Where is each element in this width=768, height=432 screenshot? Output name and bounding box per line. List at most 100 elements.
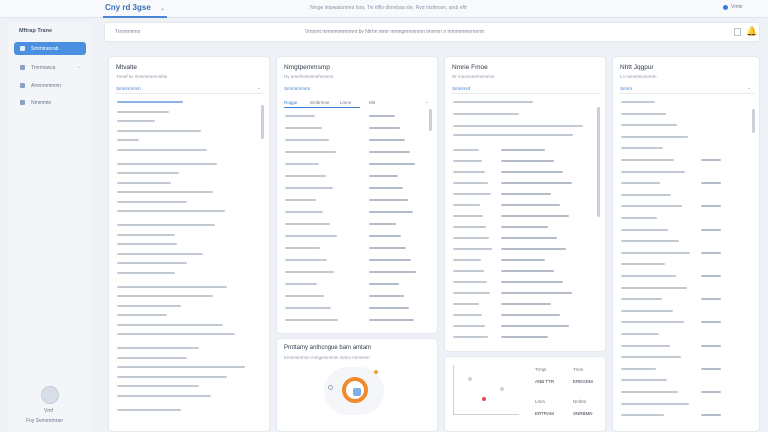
text-line — [285, 247, 320, 249]
text-line — [453, 303, 479, 305]
column-title: Nmrie Fmoe — [452, 64, 488, 71]
text-line — [285, 211, 323, 213]
tab-mlr[interactable]: Mlr — [369, 100, 375, 105]
text-line — [501, 314, 560, 316]
tab-smbrmne[interactable]: Smbrmne — [310, 100, 330, 105]
sidebar-heading: Mftrap Trane — [19, 28, 53, 34]
toolbar: Trnmmmnn Vmnmt mmmmmmrmnt bv Ntrhn mmr m… — [104, 22, 760, 42]
text-line — [117, 252, 203, 255]
chevron-down-icon[interactable]: ⌄ — [257, 85, 261, 91]
text-line — [501, 248, 566, 250]
text-line — [453, 160, 482, 162]
text-line — [621, 379, 667, 382]
text-line — [117, 210, 225, 212]
text-line — [117, 323, 223, 326]
scrollbar[interactable] — [261, 105, 264, 139]
divider — [451, 93, 601, 94]
text-line — [621, 333, 659, 335]
text-line — [285, 187, 333, 189]
text-line — [701, 275, 721, 277]
text-line — [701, 391, 721, 393]
column-title: Nhtt Jqgpur — [620, 64, 654, 71]
text-line — [453, 193, 491, 195]
text-line — [621, 309, 673, 312]
text-line — [117, 347, 199, 349]
scrollbar[interactable] — [752, 109, 755, 133]
text-line — [117, 375, 227, 378]
column-filter[interactable]: Smrm — [620, 86, 632, 91]
text-line — [369, 115, 395, 117]
text-line — [501, 336, 548, 338]
text-line — [285, 127, 322, 129]
sidebar-item-2[interactable]: Tmrmswca ⌄ — [14, 61, 86, 74]
grid-icon[interactable] — [734, 28, 741, 36]
column-3: Nmrie Fmoe Rr mmnmmrmnmmm Smmrnnf — [444, 56, 606, 352]
text-line — [621, 205, 682, 208]
column-title: Nmgtpemmsmp — [284, 64, 330, 71]
text-line — [369, 163, 415, 165]
text-line — [285, 151, 336, 153]
app-title[interactable]: Cny rd 3gse — [105, 3, 151, 12]
text-line — [117, 172, 179, 174]
column-filter[interactable]: Smmrmrmm — [116, 86, 141, 91]
text-line — [369, 271, 416, 273]
donut-ring — [342, 377, 368, 403]
tab-lmnn[interactable]: Lmnn — [340, 100, 351, 105]
text-line — [453, 281, 487, 283]
text-line — [501, 149, 545, 151]
text-line — [285, 235, 337, 237]
chevron-down-icon[interactable]: ⌄ — [425, 99, 429, 105]
text-line — [117, 120, 155, 122]
sidebar-item-3[interactable]: Amrnmmmnn — [14, 79, 86, 92]
text-line — [701, 205, 721, 208]
text-line — [117, 285, 227, 288]
bell-icon[interactable]: 🔔 — [746, 26, 757, 37]
text-line — [285, 319, 338, 321]
stat-value: EREGDM — [573, 379, 593, 384]
text-line — [369, 139, 405, 141]
stat-label: Trmpl — [535, 367, 547, 372]
text-line — [501, 182, 572, 184]
sidebar-item-1[interactable]: Smmtranrab — [14, 42, 86, 55]
text-line — [621, 182, 660, 185]
user-label[interactable]: Vmte — [731, 4, 743, 10]
text-line — [369, 283, 399, 285]
text-line — [285, 115, 315, 117]
text-line — [285, 259, 327, 261]
text-line — [621, 251, 690, 254]
tab-rogge[interactable]: Rogge — [284, 100, 297, 105]
text-line — [621, 193, 671, 196]
chevron-down-icon[interactable]: ⌄ — [747, 85, 751, 91]
text-line — [701, 344, 721, 347]
donut-chart[interactable] — [324, 367, 384, 415]
text-line — [453, 237, 489, 239]
text-line — [453, 215, 483, 217]
text-line — [621, 263, 665, 266]
sidebar-item-4[interactable]: Nmmmte — [14, 96, 86, 109]
text-line — [453, 182, 488, 184]
text-line — [285, 283, 317, 285]
avatar[interactable] — [41, 386, 59, 404]
text-line — [701, 298, 721, 301]
text-line — [621, 286, 687, 289]
text-line — [453, 248, 492, 250]
text-line — [369, 151, 410, 153]
chart-point — [468, 377, 472, 381]
text-line — [701, 182, 721, 185]
text-line — [501, 193, 551, 195]
text-line — [453, 314, 482, 316]
text-line — [701, 228, 721, 231]
text-line — [285, 271, 334, 273]
chevron-down-icon[interactable]: ⌄ — [160, 5, 165, 12]
text-line — [621, 356, 681, 359]
toolbar-label[interactable]: Trnmmmnn — [115, 29, 140, 35]
text-line — [621, 321, 684, 324]
image-icon — [353, 388, 361, 396]
text-line — [701, 321, 721, 324]
column-filter[interactable]: Smrmmrmmr — [284, 86, 310, 91]
scrollbar[interactable] — [597, 107, 600, 217]
text-line — [621, 135, 688, 138]
scrollbar[interactable] — [429, 109, 432, 131]
column-filter[interactable]: Smmrnnf — [452, 86, 470, 91]
text-line — [621, 240, 679, 243]
